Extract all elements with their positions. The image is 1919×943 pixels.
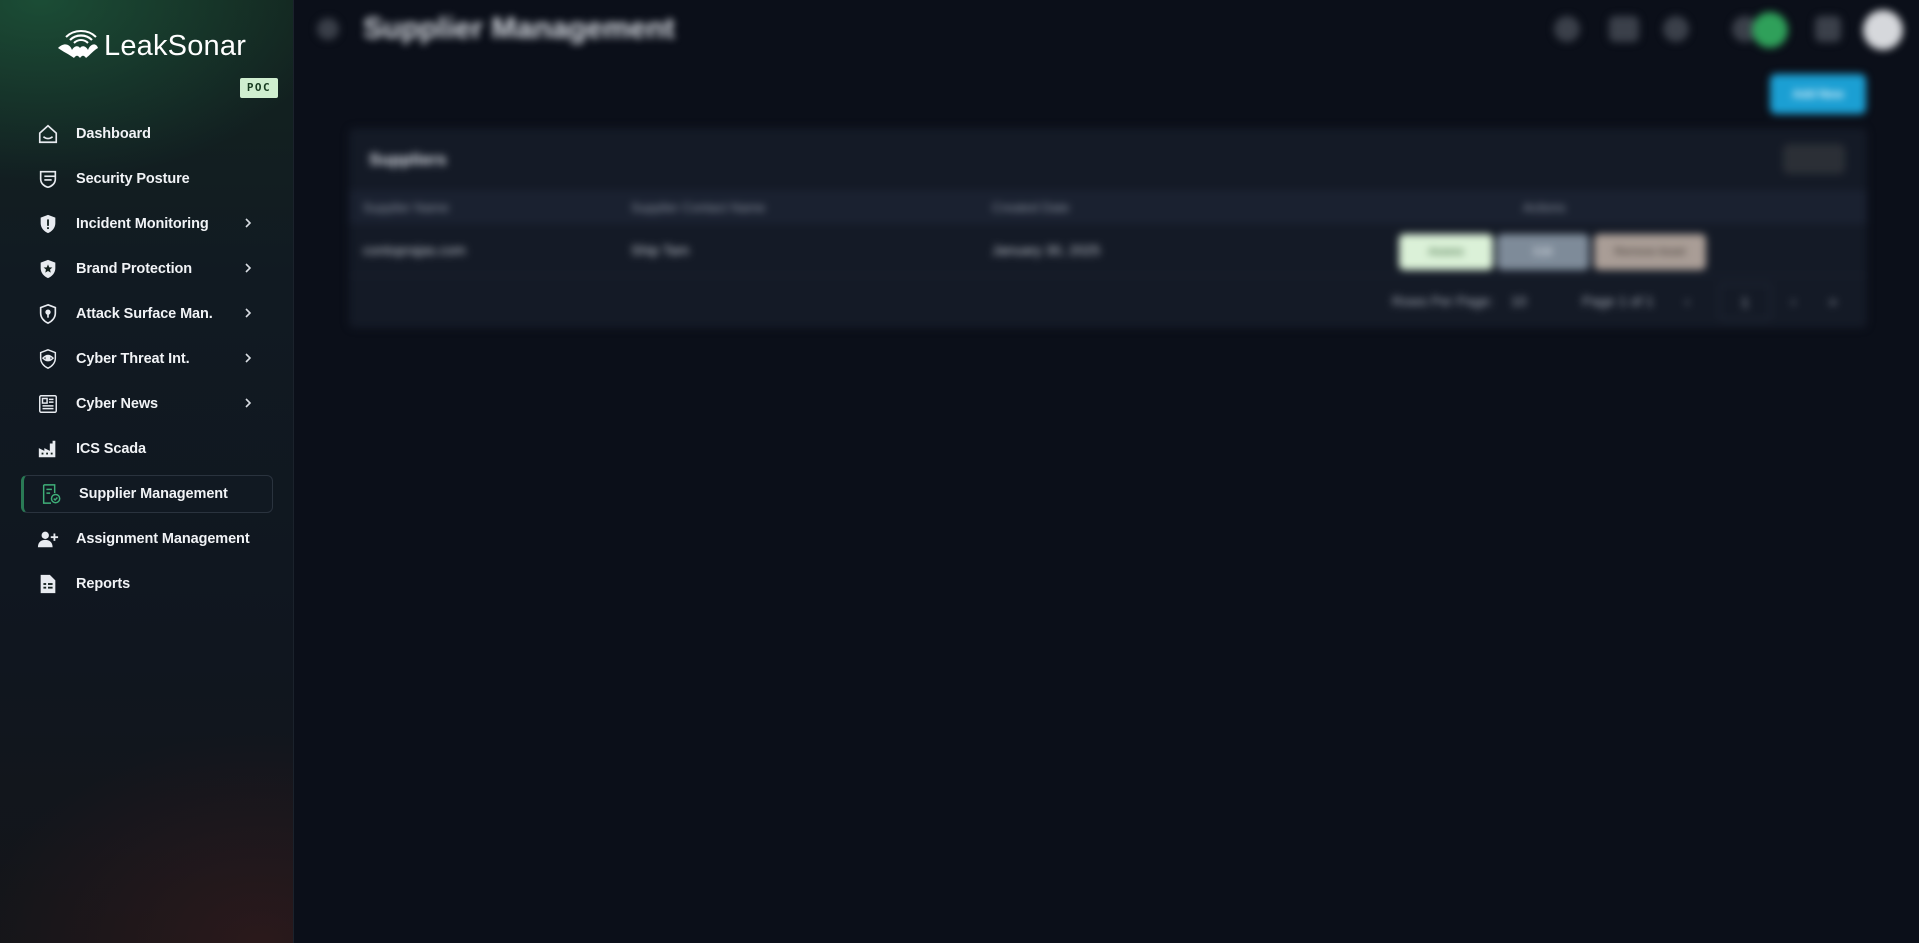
top-bar: Supplier Management	[295, 0, 1919, 60]
card-title: Suppliers	[369, 150, 447, 169]
bat-logo-icon	[58, 30, 98, 58]
sidebar-item-label: Incident Monitoring	[76, 216, 209, 232]
sidebar-item-cyber-threat[interactable]: Cyber Threat Int.	[21, 340, 273, 378]
sidebar-item-cyber-news[interactable]: Cyber News	[21, 385, 273, 423]
page-info: Page 1 of 1	[1582, 293, 1654, 309]
remove-button[interactable]: Remove Asset	[1594, 234, 1706, 270]
sidebar-item-ics-scada[interactable]: ICS Scada	[21, 430, 273, 468]
sidebar-item-label: Brand Protection	[76, 261, 193, 277]
column-header: Supplier Contact Name	[631, 200, 766, 215]
supplier-doc-icon	[42, 484, 61, 504]
chevron-right-icon[interactable]	[241, 306, 255, 320]
language-icon[interactable]	[1609, 16, 1639, 42]
shield-keyhole-icon	[39, 303, 57, 325]
column-header: Actions	[1523, 200, 1566, 215]
pagination: Rows Per Page: 10 Page 1 of 1 ‹ 1 › »	[349, 276, 1867, 328]
sidebar-item-label: Attack Surface Man.	[76, 306, 213, 322]
sidebar: LeakSonar POC Dashboard Security Posture…	[0, 0, 294, 943]
collapse-sidebar-icon[interactable]	[317, 18, 339, 40]
chevron-right-icon[interactable]	[241, 261, 255, 275]
sidebar-item-label: Cyber News	[76, 396, 159, 412]
supplier-contact: Ship Tam	[631, 242, 690, 258]
next-page-icon[interactable]: ›	[1791, 293, 1796, 309]
add-new-button[interactable]: Add New	[1770, 74, 1866, 114]
chevron-right-icon[interactable]	[241, 396, 255, 410]
sidebar-item-label: Dashboard	[76, 126, 151, 142]
posture-icon	[39, 170, 57, 189]
report-icon	[40, 574, 56, 594]
brand-logo[interactable]: LeakSonar	[56, 28, 246, 64]
created-date: January 30, 2025	[992, 242, 1101, 258]
sidebar-item-attack-surface[interactable]: Attack Surface Man.	[21, 295, 273, 333]
eye-badge-icon	[39, 349, 57, 369]
chevron-right-icon[interactable]	[241, 216, 255, 230]
sidebar-item-incident-monitoring[interactable]: Incident Monitoring	[21, 205, 273, 243]
sidebar-item-dashboard[interactable]: Dashboard	[21, 115, 273, 153]
table-row: contoprajas.com Ship Tam January 30, 202…	[349, 224, 1867, 276]
assess-button[interactable]: Assess	[1399, 234, 1493, 270]
sidebar-item-label: Reports	[76, 576, 131, 592]
sidebar-item-supplier-management[interactable]: Supplier Management	[21, 475, 273, 513]
page-title: Supplier Management	[363, 12, 675, 45]
sidebar-item-security-posture[interactable]: Security Posture	[21, 160, 273, 198]
user-plus-icon	[37, 531, 59, 548]
avatar[interactable]	[1863, 10, 1903, 50]
notification-bell-icon[interactable]	[1663, 16, 1689, 42]
sidebar-item-assignment-management[interactable]: Assignment Management	[21, 520, 273, 558]
sidebar-item-label: Cyber Threat Int.	[76, 351, 190, 367]
shield-alert-icon	[40, 214, 56, 234]
page-number-input[interactable]: 1	[1719, 284, 1771, 320]
poc-badge: POC	[240, 78, 278, 98]
sidebar-item-brand-protection[interactable]: Brand Protection	[21, 250, 273, 288]
brand-name: LeakSonar	[104, 29, 247, 62]
rows-per-page-select[interactable]: 10	[1511, 293, 1527, 309]
status-indicator	[1752, 12, 1788, 48]
column-header: Created Date	[992, 200, 1070, 215]
sidebar-item-reports[interactable]: Reports	[21, 565, 273, 603]
last-page-icon[interactable]: »	[1829, 293, 1837, 309]
chevron-right-icon[interactable]	[241, 351, 255, 365]
factory-icon	[38, 440, 56, 458]
sidebar-item-label: ICS Scada	[76, 441, 147, 457]
shield-star-icon	[40, 259, 56, 279]
sidebar-item-label: Security Posture	[76, 171, 190, 187]
prev-page-icon[interactable]: ‹	[1685, 293, 1690, 309]
share-icon[interactable]	[1554, 16, 1580, 42]
edit-button[interactable]: Edit	[1497, 234, 1589, 270]
sidebar-item-label: Supplier Management	[79, 486, 228, 502]
home-icon	[38, 124, 58, 144]
column-header: Supplier Name	[363, 200, 449, 215]
supplier-name: contoprajas.com	[363, 242, 466, 258]
sidebar-nav: Dashboard Security Posture Incident Moni…	[21, 115, 273, 610]
table-header: Supplier Name Supplier Contact Name Crea…	[349, 190, 1867, 224]
newspaper-icon	[39, 395, 57, 413]
sidebar-item-label: Assignment Management	[76, 531, 250, 547]
card-tool-button[interactable]	[1783, 144, 1845, 174]
main-content: Supplier Management Add New Suppliers Su…	[295, 0, 1919, 943]
rows-per-page-label: Rows Per Page:	[1392, 293, 1494, 309]
settings-icon[interactable]	[1815, 16, 1841, 42]
suppliers-card: Suppliers Supplier Name Supplier Contact…	[349, 128, 1867, 328]
